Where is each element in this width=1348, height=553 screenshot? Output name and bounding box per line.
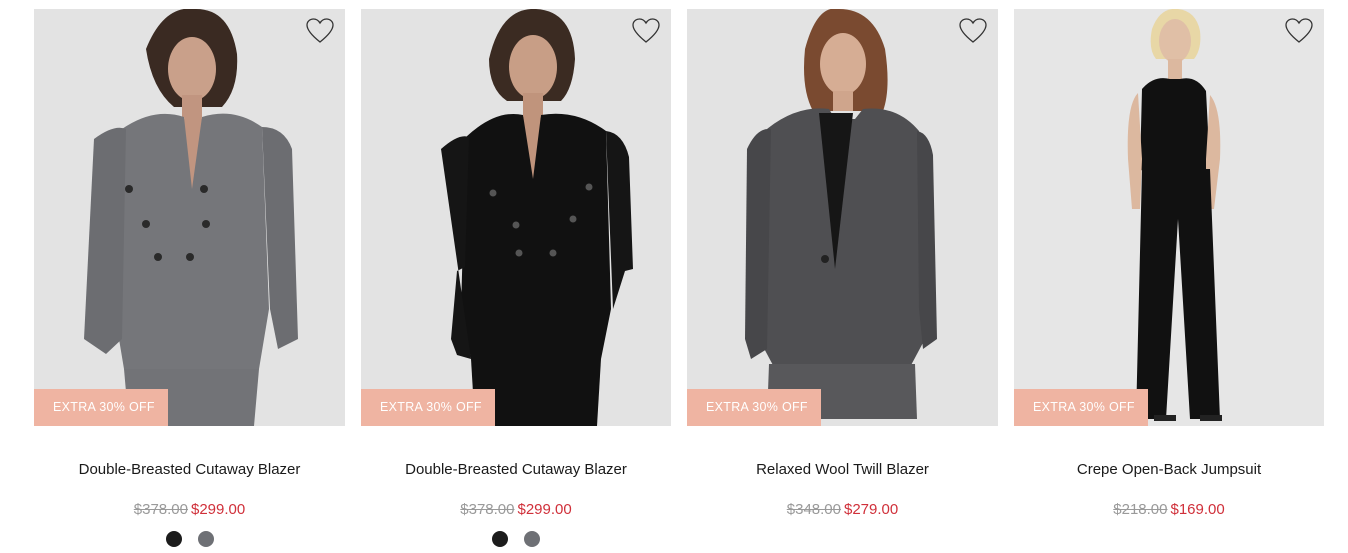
product-grid: EXTRA 30% OFF Double-Breasted Cutaway Bl… — [34, 9, 1324, 553]
product-image[interactable]: EXTRA 30% OFF — [1014, 9, 1324, 426]
product-price: $348.00 $279.00 — [687, 501, 998, 518]
color-swatches — [34, 531, 345, 547]
product-image[interactable]: EXTRA 30% OFF — [687, 9, 998, 426]
product-photo-charcoal-wool-blazer — [687, 9, 998, 426]
product-photo-black-double-breasted-blazer — [361, 9, 671, 426]
product-name[interactable]: Crepe Open-Back Jumpsuit — [1014, 461, 1324, 478]
color-swatch-black[interactable] — [492, 531, 508, 547]
product-image[interactable]: EXTRA 30% OFF — [34, 9, 345, 426]
promo-badge: EXTRA 30% OFF — [1014, 389, 1148, 426]
product-price: $218.00 $169.00 — [1014, 501, 1324, 518]
product-name[interactable]: Double-Breasted Cutaway Blazer — [361, 461, 671, 478]
color-swatch-grey[interactable] — [524, 531, 540, 547]
promo-badge: EXTRA 30% OFF — [34, 389, 168, 426]
wishlist-heart-icon[interactable] — [959, 18, 987, 44]
product-price: $378.00 $299.00 — [361, 501, 671, 518]
original-price: $378.00 — [133, 501, 188, 518]
product-photo-grey-double-breasted-blazer — [34, 9, 345, 426]
color-swatch-grey[interactable] — [197, 531, 214, 547]
product-card[interactable]: EXTRA 30% OFF Relaxed Wool Twill Blazer … — [687, 9, 998, 553]
sale-price: $299.00 — [517, 501, 572, 518]
original-price: $378.00 — [460, 501, 515, 518]
product-name[interactable]: Relaxed Wool Twill Blazer — [687, 461, 998, 478]
product-image[interactable]: EXTRA 30% OFF — [361, 9, 671, 426]
wishlist-heart-icon[interactable] — [306, 18, 334, 44]
sale-price: $299.00 — [191, 501, 246, 518]
promo-badge: EXTRA 30% OFF — [687, 389, 821, 426]
original-price: $348.00 — [786, 501, 841, 518]
product-card[interactable]: EXTRA 30% OFF Crepe Open-Back Jumpsuit $… — [1014, 9, 1324, 553]
wishlist-heart-icon[interactable] — [1285, 18, 1313, 44]
product-card[interactable]: EXTRA 30% OFF Double-Breasted Cutaway Bl… — [34, 9, 345, 553]
color-swatches — [361, 531, 671, 547]
sale-price: $169.00 — [1170, 501, 1225, 518]
product-photo-black-jumpsuit — [1014, 9, 1324, 426]
product-price: $378.00 $299.00 — [34, 501, 345, 518]
color-swatch-black[interactable] — [165, 531, 182, 547]
original-price: $218.00 — [1113, 501, 1168, 518]
wishlist-heart-icon[interactable] — [632, 18, 660, 44]
product-name[interactable]: Double-Breasted Cutaway Blazer — [34, 461, 345, 478]
sale-price: $279.00 — [844, 501, 899, 518]
promo-badge: EXTRA 30% OFF — [361, 389, 495, 426]
product-card[interactable]: EXTRA 30% OFF Double-Breasted Cutaway Bl… — [361, 9, 671, 553]
